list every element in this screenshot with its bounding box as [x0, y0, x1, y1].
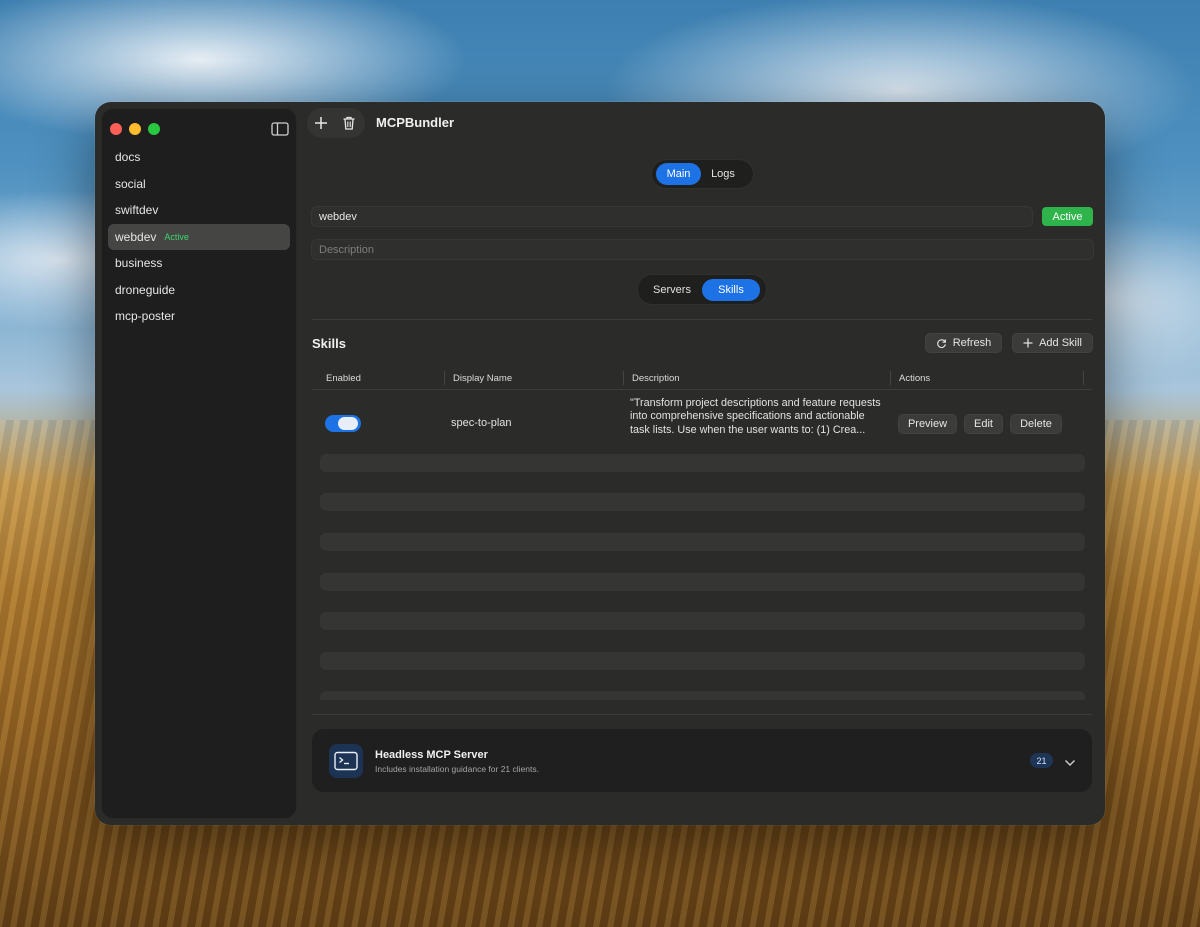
- sidebar-item-label: social: [115, 176, 146, 191]
- active-badge: Active: [164, 231, 189, 242]
- skills-heading: Skills: [312, 336, 346, 351]
- add-skill-button[interactable]: Add Skill: [1012, 333, 1093, 353]
- column-header-actions[interactable]: Actions: [899, 373, 930, 384]
- table-header-divider: [312, 389, 1092, 390]
- headless-server-subtitle: Includes installation guidance for 21 cl…: [375, 764, 539, 774]
- toolbar-button-group: [307, 108, 365, 138]
- preview-button-label: Preview: [907, 418, 948, 430]
- table-row: [320, 612, 1085, 630]
- preview-button[interactable]: Preview: [898, 414, 957, 434]
- refresh-button[interactable]: Refresh: [925, 333, 1002, 353]
- description-field[interactable]: [311, 239, 1094, 260]
- section-segmented-control: Servers Skills: [637, 274, 767, 305]
- sidebar-item-label: webdev: [115, 229, 157, 244]
- section-divider: [312, 319, 1092, 320]
- description-input[interactable]: [317, 242, 1094, 257]
- headless-server-title: Headless MCP Server: [375, 749, 488, 761]
- trash-icon: [343, 116, 355, 130]
- view-segmented-control: Main Logs: [651, 159, 754, 189]
- sidebar-item-label: swiftdev: [115, 203, 159, 218]
- edit-button[interactable]: Edit: [964, 414, 1003, 434]
- column-separator[interactable]: [890, 371, 891, 385]
- column-separator[interactable]: [623, 371, 624, 385]
- sidebar-item-label: docs: [115, 150, 141, 165]
- minimize-window-button[interactable]: [129, 123, 141, 135]
- add-skill-button-label: Add Skill: [1039, 337, 1082, 349]
- footer-divider: [312, 714, 1092, 715]
- plus-icon: [1023, 338, 1033, 348]
- skill-display-name: spec-to-plan: [451, 417, 512, 429]
- sidebar-item-mcp-poster[interactable]: mcp-poster: [108, 303, 290, 330]
- column-separator[interactable]: [1083, 371, 1084, 385]
- table-row: [320, 493, 1085, 511]
- app-window: docs social swiftdev webdev Active busin…: [95, 102, 1105, 825]
- toggle-knob: [338, 417, 358, 430]
- sidebar-item-webdev[interactable]: webdev Active: [108, 223, 290, 250]
- refresh-icon: [936, 338, 946, 348]
- close-window-button[interactable]: [110, 123, 122, 135]
- sidebar-item-docs[interactable]: docs: [108, 144, 290, 171]
- terminal-icon: [329, 744, 363, 778]
- table-row: [320, 533, 1085, 551]
- table-row: [320, 454, 1085, 472]
- status-badge[interactable]: Active: [1042, 207, 1093, 226]
- project-list: docs social swiftdev webdev Active busin…: [108, 144, 290, 330]
- sidebar-item-droneguide[interactable]: droneguide: [108, 277, 290, 304]
- sidebar-item-label: business: [115, 256, 163, 271]
- window-title: MCPBundler: [376, 115, 454, 130]
- clients-count-badge: 21: [1030, 753, 1053, 768]
- table-row: [320, 691, 1085, 700]
- edit-button-label: Edit: [974, 418, 993, 430]
- chevron-down-icon[interactable]: [1064, 755, 1076, 773]
- sidebar-toggle-icon[interactable]: [271, 121, 289, 137]
- table-row: [320, 652, 1085, 670]
- delete-button-label: Delete: [1020, 418, 1052, 430]
- column-header-display-name[interactable]: Display Name: [453, 373, 512, 384]
- tab-skills[interactable]: Skills: [702, 278, 760, 301]
- column-header-description[interactable]: Description: [632, 373, 680, 384]
- tab-servers[interactable]: Servers: [642, 279, 702, 301]
- column-separator[interactable]: [444, 371, 445, 385]
- sidebar-item-label: mcp-poster: [115, 309, 176, 324]
- sidebar-item-swiftdev[interactable]: swiftdev: [108, 197, 290, 224]
- sidebar-item-social[interactable]: social: [108, 171, 290, 198]
- sidebar-item-label: droneguide: [115, 282, 176, 297]
- plus-icon: [315, 117, 327, 129]
- sidebar-item-business[interactable]: business: [108, 250, 290, 277]
- table-row: [320, 573, 1085, 591]
- tab-main[interactable]: Main: [656, 163, 701, 185]
- skill-enabled-toggle[interactable]: [325, 415, 361, 432]
- headless-server-card[interactable]: Headless MCP Server Includes installatio…: [312, 729, 1092, 792]
- tab-logs[interactable]: Logs: [701, 163, 745, 185]
- zoom-window-button[interactable]: [148, 123, 160, 135]
- skill-description: "Transform project descriptions and feat…: [630, 397, 881, 436]
- sidebar: docs social swiftdev webdev Active busin…: [101, 108, 297, 819]
- column-header-enabled[interactable]: Enabled: [326, 373, 361, 384]
- project-name-field[interactable]: [311, 206, 1033, 227]
- project-name-input[interactable]: [317, 209, 1033, 224]
- delete-project-button[interactable]: [341, 115, 357, 131]
- delete-button[interactable]: Delete: [1010, 414, 1062, 434]
- refresh-button-label: Refresh: [952, 337, 992, 349]
- add-project-button[interactable]: [313, 115, 329, 131]
